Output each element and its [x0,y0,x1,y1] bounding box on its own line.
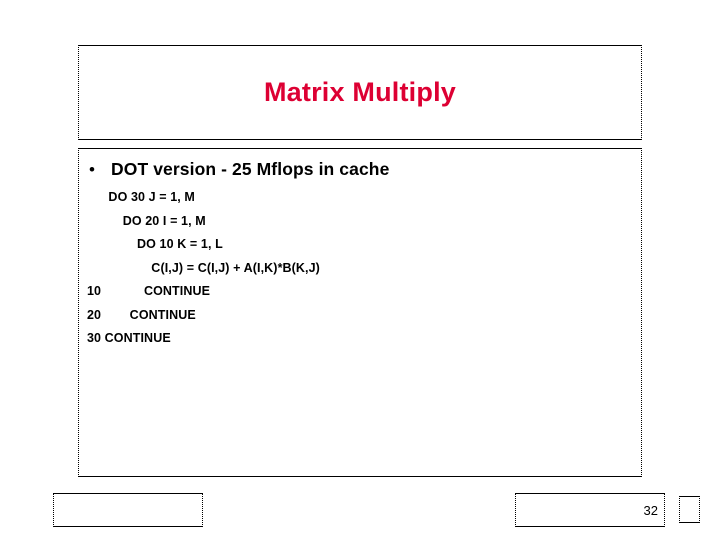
slide-number-placeholder[interactable]: 32 [515,493,665,527]
footer-corner-placeholder[interactable] [679,496,700,523]
code-line: DO 10 K = 1, L [87,237,223,251]
code-line: DO 20 I = 1, M [87,213,206,228]
bullet-item-label: DOT version - 25 Mflops in cache [111,159,390,179]
slide-title: Matrix Multiply [263,76,456,107]
code-line: 10 CONTINUE [87,284,211,298]
code-line: DO 30 J = 1, M [87,190,195,204]
code-line: 20 CONTINUE [87,307,196,322]
slide-canvas: Matrix Multiply • DOT version - 25 Mflop… [0,0,720,540]
title-placeholder[interactable]: Matrix Multiply [78,45,642,140]
page-number: 32 [643,502,658,518]
code-line: C(I,J) = C(I,J) + A(I,K)*B(K,J) [87,260,320,275]
footer-left-placeholder[interactable] [53,493,203,527]
body-placeholder[interactable]: • DOT version - 25 Mflops in cache DO 30… [78,148,642,477]
code-line: 30 CONTINUE [87,331,171,345]
bullet-item: • DOT version - 25 Mflops in cache [87,159,633,180]
bullet-marker-icon: • [89,160,95,179]
code-block: DO 30 J = 1, M DO 20 I = 1, M DO 10 K = … [87,186,633,351]
